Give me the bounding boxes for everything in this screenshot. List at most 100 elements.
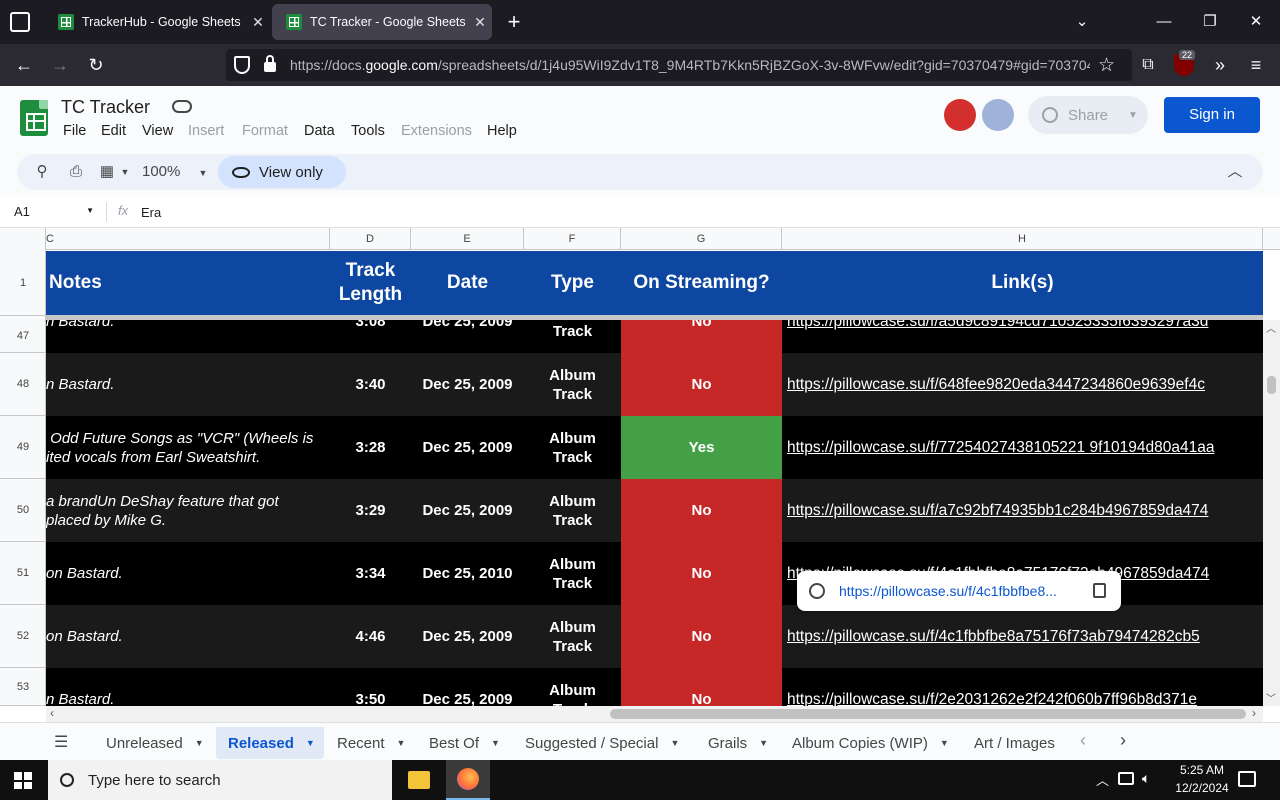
row-header[interactable]: 47 <box>0 320 46 353</box>
cell-type[interactable]: Album Track <box>524 353 621 416</box>
all-sheets-menu-icon[interactable]: ☰ <box>54 732 68 752</box>
row-header[interactable]: 1 <box>0 250 46 316</box>
share-dropdown-icon[interactable]: ▼ <box>1128 110 1138 121</box>
menu-extensions[interactable]: Extensions <box>401 123 472 139</box>
scroll-tabs-left-icon[interactable]: ‹ <box>1080 730 1086 751</box>
header-type[interactable]: Type <box>524 251 621 315</box>
cell-date[interactable]: Dec 25, 2009 <box>411 479 524 542</box>
volume-muted-icon[interactable]: 🔈︎ <box>1142 770 1150 787</box>
cell-on-streaming[interactable]: No <box>621 320 782 353</box>
cell-link[interactable]: https://pillowcase.su/f/7725402743810522… <box>782 416 1263 479</box>
close-window-button[interactable]: ✕ <box>1236 8 1276 36</box>
share-button[interactable]: Share ▼ <box>1028 96 1148 134</box>
menu-edit[interactable]: Edit <box>101 123 126 139</box>
cell-link[interactable]: https://pillowcase.su/f/a5d9c89194cd7105… <box>782 320 1263 353</box>
cell-track-length[interactable]: 3:28 <box>330 416 411 479</box>
column-header-f[interactable]: F <box>524 228 621 250</box>
cell-track-length[interactable]: 3:34 <box>330 542 411 605</box>
column-header-c[interactable]: C <box>46 228 330 250</box>
cell-on-streaming[interactable]: No <box>621 353 782 416</box>
horizontal-scrollbar[interactable]: ‹ › <box>46 706 1263 722</box>
cell-notes[interactable]: n Bastard. <box>46 320 330 353</box>
cell-notes[interactable]: on Bastard. <box>46 542 330 605</box>
cell-notes[interactable]: a brandUn DeShay feature that got placed… <box>46 479 330 542</box>
menu-view[interactable]: View <box>142 123 173 139</box>
menu-format[interactable]: Format <box>242 123 288 139</box>
zoom-select[interactable]: 100% ▼ <box>142 163 207 180</box>
name-box[interactable]: A1 ▼ <box>14 204 98 219</box>
sheet-tab-unreleased[interactable]: Unreleased ▼ <box>94 727 214 759</box>
restore-button[interactable]: ❐ <box>1190 8 1230 36</box>
vertical-scroll-thumb[interactable] <box>1267 376 1276 394</box>
cell-date[interactable]: Dec 25, 2009 <box>411 320 524 353</box>
row-header[interactable]: 49 <box>0 416 46 479</box>
cell-type[interactable]: Album Track <box>524 416 621 479</box>
sheet-tab-album-copies[interactable]: Album Copies (WIP) ▼ <box>780 727 962 759</box>
cell-on-streaming[interactable]: No <box>621 605 782 668</box>
cell-on-streaming[interactable]: No <box>621 542 782 605</box>
sheet-tab-art-images[interactable]: Art / Images <box>962 727 1062 759</box>
scroll-left-arrow-icon[interactable]: ‹ <box>50 706 54 720</box>
sheet-tab-best-of[interactable]: Best Of ▼ <box>417 727 513 759</box>
new-tab-button[interactable]: + <box>494 8 534 36</box>
chevron-down-icon[interactable]: ▼ <box>115 162 135 182</box>
cell-track-length[interactable]: 3:29 <box>330 479 411 542</box>
search-icon[interactable]: ⚲ <box>32 162 52 182</box>
cell-notes[interactable]: Odd Future Songs as "VCR" (Wheels is ite… <box>46 416 330 479</box>
url-text[interactable]: https://docs.google.com/spreadsheets/d/1… <box>290 57 1090 73</box>
row-header[interactable]: 48 <box>0 353 46 416</box>
forward-arrow-icon[interactable]: → <box>46 52 74 78</box>
filter-view-icon[interactable]: ▦ <box>97 162 117 182</box>
cloud-status-icon[interactable] <box>172 100 192 113</box>
link-preview-url[interactable]: https://pillowcase.su/f/4c1fbbfbe8... <box>839 583 1057 599</box>
column-header-d[interactable]: D <box>330 228 411 250</box>
network-icon[interactable] <box>1118 772 1134 785</box>
row-header[interactable]: 51 <box>0 542 46 605</box>
header-track-length[interactable]: Track Length <box>330 251 411 315</box>
address-bar[interactable]: https://docs.google.com/spreadsheets/d/1… <box>226 49 1132 81</box>
document-title[interactable]: TC Tracker <box>61 97 150 118</box>
clock-time[interactable]: 5:25 AM <box>1172 763 1232 777</box>
reload-icon[interactable]: ↻ <box>82 52 110 78</box>
cell-date[interactable]: Dec 25, 2009 <box>411 668 524 706</box>
overflow-chevron-icon[interactable]: » <box>1206 52 1234 78</box>
row-header[interactable]: 53 <box>0 668 46 706</box>
file-explorer-icon[interactable] <box>408 771 430 789</box>
header-date[interactable]: Date <box>411 251 524 315</box>
back-arrow-icon[interactable]: ← <box>10 52 38 78</box>
anonymous-avatar-icon[interactable] <box>982 99 1014 131</box>
cell-notes[interactable]: on Bastard. <box>46 605 330 668</box>
clock-date[interactable]: 12/2/2024 <box>1166 781 1238 795</box>
cell-link[interactable]: https://pillowcase.su/f/4c1fbbfbe8a75176… <box>782 605 1263 668</box>
windows-start-icon[interactable] <box>14 772 32 789</box>
browser-tab-trackerhub[interactable]: TrackerHub - Google Sheets ✕ <box>44 4 270 40</box>
cell-notes[interactable]: n Bastard. <box>46 668 330 706</box>
cell-date[interactable]: Dec 25, 2009 <box>411 353 524 416</box>
scroll-right-arrow-icon[interactable]: › <box>1252 706 1256 720</box>
scroll-down-arrow-icon[interactable]: ﹀ <box>1266 690 1276 705</box>
tray-chevron-up-icon[interactable]: ︿ <box>1096 770 1109 789</box>
cell-track-length[interactable]: 3:08 <box>330 320 411 353</box>
view-only-button[interactable]: View only <box>218 156 346 188</box>
select-all-corner[interactable] <box>0 228 46 250</box>
close-tab-icon[interactable]: ✕ <box>468 14 492 31</box>
cell-date[interactable]: Dec 25, 2009 <box>411 416 524 479</box>
brave-shield-icon[interactable] <box>944 99 976 131</box>
scroll-tabs-right-icon[interactable]: › <box>1120 730 1126 751</box>
cell-type[interactable]: Album Track <box>524 479 621 542</box>
column-header-g[interactable]: G <box>621 228 782 250</box>
cell-type[interactable]: Album Track <box>524 668 621 707</box>
menu-file[interactable]: File <box>63 123 86 139</box>
copy-link-icon[interactable] <box>1093 583 1106 598</box>
menu-help[interactable]: Help <box>487 123 517 139</box>
tab-overview-icon[interactable] <box>10 12 30 32</box>
cell-type[interactable]: Album Track <box>524 542 621 605</box>
menu-data[interactable]: Data <box>304 123 335 139</box>
extensions-puzzle-icon[interactable]: ⧉ <box>1134 52 1162 78</box>
row-header[interactable]: 52 <box>0 605 46 668</box>
sign-in-button[interactable]: Sign in <box>1164 97 1260 133</box>
firefox-taskbar-icon[interactable] <box>446 760 490 800</box>
browser-tab-tc-tracker[interactable]: TC Tracker - Google Sheets ✕ <box>272 4 492 40</box>
cell-link[interactable]: https://pillowcase.su/f/2e2031262e2f242f… <box>782 668 1263 706</box>
cell-on-streaming[interactable]: No <box>621 479 782 542</box>
